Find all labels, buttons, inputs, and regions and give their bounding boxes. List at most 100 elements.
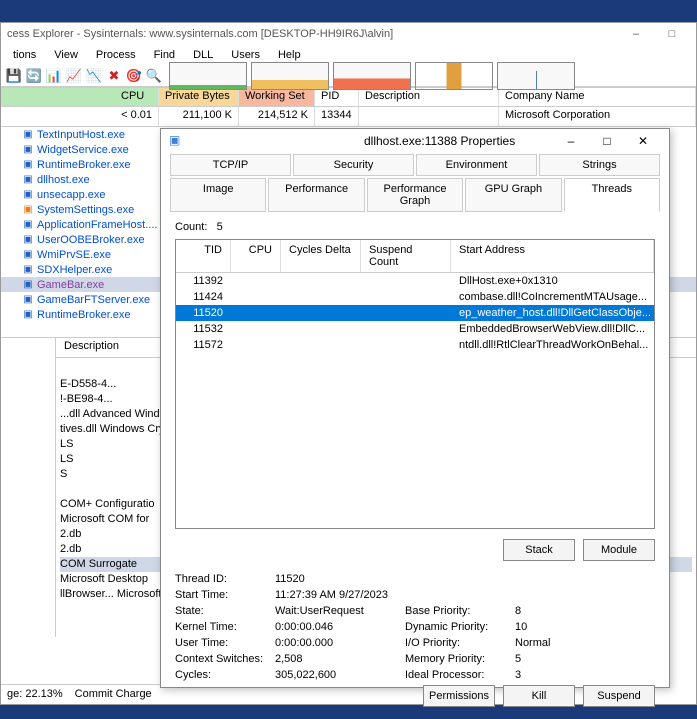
commit-charge-label: Commit Charge bbox=[75, 688, 152, 700]
thread-row[interactable]: 11424combase.dll!CoIncrementMTAUsage... bbox=[176, 289, 654, 305]
process-icon: ▣ bbox=[21, 158, 35, 172]
module-button[interactable]: Module bbox=[583, 539, 655, 561]
col-suspend-count[interactable]: Suspend Count bbox=[361, 240, 451, 272]
menu-view[interactable]: View bbox=[46, 47, 86, 63]
stack-button[interactable]: Stack bbox=[503, 539, 575, 561]
suspend-button[interactable]: Suspend bbox=[583, 685, 655, 707]
thread-id-value: 11520 bbox=[275, 573, 405, 585]
tab-tcpip[interactable]: TCP/IP bbox=[170, 154, 291, 176]
user-time-value: 0:00:00.000 bbox=[275, 637, 405, 649]
thread-row[interactable]: 11572ntdll.dll!RtlClearThreadWorkOnBehal… bbox=[176, 337, 654, 353]
menu-options[interactable]: tions bbox=[5, 47, 44, 63]
cpu-mini-graph[interactable] bbox=[169, 62, 247, 90]
refresh-icon[interactable]: 🔄 bbox=[25, 67, 43, 85]
tab-performance[interactable]: Performance bbox=[268, 178, 364, 212]
state-value: Wait:UserRequest bbox=[275, 605, 405, 617]
thread-grid[interactable]: TID CPU Cycles Delta Suspend Count Start… bbox=[175, 239, 655, 529]
col-working-set[interactable]: Working Set bbox=[239, 88, 315, 106]
menu-process[interactable]: Process bbox=[88, 47, 144, 63]
permissions-button[interactable]: Permissions bbox=[423, 685, 495, 707]
context-switches-label: Context Switches: bbox=[175, 653, 275, 665]
cycles-value: 305,022,600 bbox=[275, 669, 405, 681]
thread-start-address: EmbeddedBrowserWebView.dll!DllC... bbox=[451, 322, 654, 336]
tab-security[interactable]: Security bbox=[293, 154, 414, 176]
main-titlebar[interactable]: cess Explorer - Sysinternals: www.sysint… bbox=[1, 23, 696, 45]
dialog-maximize-button[interactable]: □ bbox=[589, 129, 625, 153]
user-time-label: User Time: bbox=[175, 637, 275, 649]
process-name: WidgetService.exe bbox=[37, 144, 129, 156]
chart-icon-2[interactable]: 📉 bbox=[85, 67, 103, 85]
process-name: GameBar.exe bbox=[37, 279, 104, 291]
process-icon: ▣ bbox=[21, 233, 35, 247]
main-toolbar: 💾 🔄 📊 📈 📉 ✖ 🎯 🔍 bbox=[1, 65, 696, 87]
col-thread-cpu[interactable]: CPU bbox=[231, 240, 281, 272]
process-name: SDXHelper.exe bbox=[37, 264, 112, 276]
thread-row[interactable]: 11520ep_weather_host.dll!DllGetClassObje… bbox=[176, 305, 654, 321]
tab-threads[interactable]: Threads bbox=[564, 178, 660, 212]
tab-image[interactable]: Image bbox=[170, 178, 266, 212]
io-mini-graph[interactable] bbox=[415, 62, 493, 90]
tab-performance-graph[interactable]: Performance Graph bbox=[367, 178, 463, 212]
tab-environment[interactable]: Environment bbox=[416, 154, 537, 176]
thread-start-address: DllHost.exe+0x1310 bbox=[451, 274, 654, 288]
process-icon: ▣ bbox=[21, 293, 35, 307]
dialog-titlebar[interactable]: ▣ dllhost.exe:11388 Properties – □ ✕ bbox=[161, 129, 669, 153]
kill-icon[interactable]: ✖ bbox=[105, 67, 123, 85]
thread-tid: 11520 bbox=[176, 306, 231, 320]
kill-button[interactable]: Kill bbox=[503, 685, 575, 707]
process-icon: ▣ bbox=[21, 278, 35, 292]
status-bar: ge: 22.13% Commit Charge bbox=[1, 684, 161, 702]
dialog-minimize-button[interactable]: – bbox=[553, 129, 589, 153]
thread-start-address: combase.dll!CoIncrementMTAUsage... bbox=[451, 290, 654, 304]
thread-count-value: 5 bbox=[217, 221, 223, 233]
thread-grid-header: TID CPU Cycles Delta Suspend Count Start… bbox=[176, 240, 654, 273]
chart-icon[interactable]: 📈 bbox=[65, 67, 83, 85]
memory-priority-value: 5 bbox=[515, 653, 595, 665]
target-icon[interactable]: 🎯 bbox=[125, 67, 143, 85]
process-name: ApplicationFrameHost.... bbox=[37, 219, 157, 231]
maximize-button[interactable]: □ bbox=[654, 24, 690, 44]
process-icon: ▣ bbox=[21, 173, 35, 187]
dialog-tabs-row2: Image Performance Performance Graph GPU … bbox=[161, 177, 669, 213]
working-set-mini-graph[interactable] bbox=[333, 62, 411, 90]
thread-id-label: Thread ID: bbox=[175, 573, 275, 585]
process-icon: ▣ bbox=[21, 203, 35, 217]
cpu-usage-label: ge: 22.13% bbox=[7, 688, 63, 700]
col-tid[interactable]: TID bbox=[176, 240, 231, 272]
dialog-tabs-row1: TCP/IP Security Environment Strings bbox=[161, 153, 669, 177]
main-title-text: cess Explorer - Sysinternals: www.sysint… bbox=[7, 28, 618, 40]
kernel-time-value: 0:00:00.046 bbox=[275, 621, 405, 633]
thread-tid: 11532 bbox=[176, 322, 231, 336]
thread-details: Thread ID: 11520 Start Time: 11:27:39 AM… bbox=[175, 573, 655, 681]
thread-row[interactable]: 11532 EmbeddedBrowserWebView.dll!DllC... bbox=[176, 321, 654, 337]
dialog-close-button[interactable]: ✕ bbox=[625, 129, 661, 153]
minimize-button[interactable]: – bbox=[618, 24, 654, 44]
private-bytes-mini-graph[interactable] bbox=[251, 62, 329, 90]
tab-strings[interactable]: Strings bbox=[539, 154, 660, 176]
start-time-label: Start Time: bbox=[175, 589, 275, 601]
ideal-processor-label: Ideal Processor: bbox=[405, 669, 515, 681]
threads-tab-body: Count: 5 TID CPU Cycles Delta Suspend Co… bbox=[161, 213, 669, 719]
save-icon[interactable]: 💾 bbox=[5, 67, 23, 85]
col-description[interactable]: Description bbox=[359, 88, 499, 106]
tab-gpu-graph[interactable]: GPU Graph bbox=[465, 178, 561, 212]
ideal-processor-value: 3 bbox=[515, 669, 595, 681]
process-name: GameBarFTServer.exe bbox=[37, 294, 150, 306]
dialog-title-text: dllhost.exe:11388 Properties bbox=[364, 134, 553, 148]
col-cycles-delta[interactable]: Cycles Delta bbox=[281, 240, 361, 272]
thread-count-label: Count: bbox=[175, 221, 207, 233]
io-priority-label: I/O Priority: bbox=[405, 637, 515, 649]
base-priority-label: Base Priority: bbox=[405, 605, 515, 617]
process-icon: ▣ bbox=[21, 218, 35, 232]
context-switches-value: 2,508 bbox=[275, 653, 405, 665]
gpu-mini-graph[interactable] bbox=[497, 62, 575, 90]
col-company[interactable]: Company Name bbox=[499, 88, 696, 106]
thread-tid: 11572 bbox=[176, 338, 231, 352]
find-icon[interactable]: 🔍 bbox=[145, 67, 163, 85]
col-private-bytes[interactable]: Private Bytes bbox=[159, 88, 239, 106]
thread-row[interactable]: 11392DllHost.exe+0x1310 bbox=[176, 273, 654, 289]
col-cpu[interactable]: CPU bbox=[1, 88, 159, 106]
col-pid[interactable]: PID bbox=[315, 88, 359, 106]
sysinfo-icon[interactable]: 📊 bbox=[45, 67, 63, 85]
col-start-address[interactable]: Start Address bbox=[451, 240, 654, 272]
